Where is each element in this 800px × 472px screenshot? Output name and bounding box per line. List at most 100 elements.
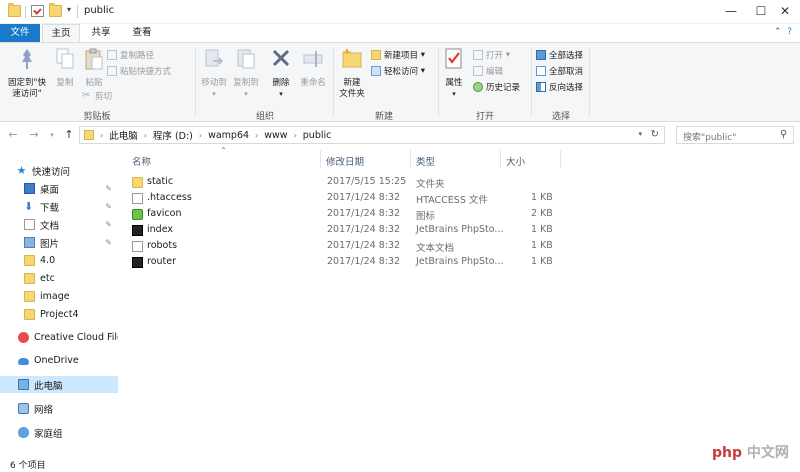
chevron-right-icon: › (293, 130, 297, 140)
sidebar-item-quick-access[interactable]: ★ 快速访问 (0, 162, 118, 179)
breadcrumb-this-pc[interactable]: 此电脑 (109, 128, 138, 142)
ribbon-collapse-icon[interactable]: ⌃ ? (774, 27, 792, 37)
address-dropdown-icon[interactable]: ▾ (638, 130, 642, 138)
sidebar-item-project4[interactable]: Project4 (0, 306, 118, 323)
breadcrumb-public[interactable]: public (303, 130, 332, 141)
tab-file[interactable]: 文件 (0, 24, 40, 42)
new-folder-button[interactable]: 新建 文件夹 (335, 47, 369, 100)
sidebar-item-etc[interactable]: etc (0, 270, 118, 287)
file-row-index[interactable]: index 2017/1/24 8:32 JetBrains PhpSto...… (126, 223, 566, 238)
paste-shortcut-button[interactable]: 粘贴快捷方式 (107, 65, 171, 77)
breadcrumb-drive-d[interactable]: 程序 (D:) (153, 128, 193, 142)
sidebar-item-desktop[interactable]: 桌面 ✎ (0, 180, 118, 197)
sidebar-item-documents[interactable]: 文档 ✎ (0, 216, 118, 233)
file-row-router[interactable]: router 2017/1/24 8:32 JetBrains PhpSto..… (126, 255, 566, 270)
refresh-icon[interactable]: ↻ (651, 129, 659, 140)
navigation-pane: ★ 快速访问 桌面 ✎ ⬇ 下载 ✎ 文档 ✎ 图片 ✎ 4.0 etc image Pro… (0, 150, 118, 455)
column-name[interactable]: 名称 (132, 154, 151, 168)
copy-to-button[interactable]: 复制到 ▾ (230, 47, 262, 100)
rename-button[interactable]: 重命名 (297, 47, 329, 89)
delete-button[interactable]: 删除 ▾ (267, 47, 295, 100)
new-group-label: 新建 (374, 112, 393, 122)
file-row-htaccess[interactable]: .htaccess 2017/1/24 8:32 HTACCESS 文件 1 K… (126, 191, 566, 206)
tab-home[interactable]: 主页 (42, 24, 80, 42)
select-none-icon (536, 66, 546, 76)
pin-icon[interactable]: ✎ (105, 220, 112, 229)
sidebar-item-homegroup[interactable]: 家庭组 (0, 424, 118, 441)
window-title: public (84, 5, 115, 16)
paste-button[interactable]: 粘贴 (80, 47, 108, 89)
copy-path-button[interactable]: 复制路径 (107, 49, 154, 61)
pin-icon[interactable]: ✎ (105, 184, 112, 193)
ribbon-tabs: 文件 主页 共享 查看 ⌃ ? (0, 24, 800, 42)
sidebar-item-network[interactable]: 网络 (0, 400, 118, 417)
move-to-icon (205, 49, 224, 67)
sidebar-item-4-0[interactable]: 4.0 (0, 252, 118, 269)
breadcrumb-www[interactable]: www (264, 130, 287, 141)
edit-button[interactable]: 编辑 (473, 65, 503, 77)
sidebar-item-downloads[interactable]: ⬇ 下载 ✎ (0, 198, 118, 215)
folder-icon (84, 130, 94, 140)
search-icon: ⚲ (780, 129, 788, 140)
sidebar-item-this-pc[interactable]: 此电脑 (0, 376, 118, 393)
search-input[interactable]: 搜索"public" (676, 126, 794, 144)
favicon-icon (132, 209, 143, 220)
open-button[interactable]: 打开 ▾ (473, 49, 510, 61)
breadcrumb-wamp64[interactable]: wamp64 (208, 130, 249, 141)
paste-icon (85, 48, 103, 70)
address-bar[interactable]: › 此电脑 › 程序 (D:) › wamp64 › www › public … (79, 126, 665, 144)
sidebar-item-creative-cloud[interactable]: Creative Cloud Files (0, 329, 118, 346)
select-none-button[interactable]: 全部取消 (536, 65, 583, 77)
watermark: php 中文网 (712, 445, 789, 461)
new-item-button[interactable]: 新建项目 ▾ (371, 49, 425, 61)
pin-quick-access-button[interactable]: 固定到"快 速访问" (3, 47, 51, 100)
column-size[interactable]: 大小 (506, 154, 525, 168)
new-folder-icon (342, 49, 362, 68)
file-list: ⌃ 名称 修改日期 类型 大小 static 2017/5/15 15:25 文… (126, 146, 800, 455)
forward-button[interactable]: → (27, 127, 41, 143)
minimize-button[interactable]: — (716, 0, 746, 22)
column-date-modified[interactable]: 修改日期 (326, 154, 364, 168)
select-all-button[interactable]: 全部选择 (536, 49, 583, 61)
folder-icon (24, 309, 35, 320)
file-row-robots[interactable]: robots 2017/1/24 8:32 文本文档 1 KB (126, 239, 566, 254)
back-button[interactable]: ← (6, 127, 20, 143)
invert-selection-button[interactable]: 反向选择 (536, 81, 583, 93)
download-icon: ⬇ (24, 200, 34, 213)
history-button[interactable]: 历史记录 (473, 81, 520, 93)
tab-view[interactable]: 查看 (123, 24, 161, 42)
creative-cloud-icon (18, 332, 29, 343)
close-button[interactable]: ✕ (770, 0, 800, 22)
tab-share[interactable]: 共享 (82, 24, 120, 42)
sidebar-item-onedrive[interactable]: OneDrive (0, 352, 118, 369)
pin-icon[interactable]: ✎ (105, 202, 112, 211)
copy-to-icon (237, 49, 255, 69)
properties-quick-icon[interactable] (31, 5, 44, 17)
recent-locations-button[interactable]: ▾ (45, 127, 59, 143)
document-icon (24, 219, 35, 230)
cut-button[interactable]: ✂ 剪切 (82, 90, 112, 103)
copy-path-icon (107, 50, 117, 60)
file-row-favicon[interactable]: favicon 2017/1/24 8:32 图标 2 KB (126, 207, 566, 222)
phpstorm-icon (132, 257, 143, 268)
delete-icon (272, 49, 290, 67)
ribbon: 固定到"快 速访问" 复制 粘贴 复制路径 粘贴快捷方式 ✂ 剪切 剪贴板 移动到… (0, 42, 800, 122)
desktop-icon (24, 183, 35, 194)
clipboard-group-label: 剪贴板 (83, 112, 111, 122)
column-type[interactable]: 类型 (416, 154, 435, 168)
quick-access-dropdown-icon[interactable]: ▾ (67, 5, 71, 14)
help-icon[interactable]: ? (787, 27, 792, 37)
up-button[interactable]: ↑ (62, 127, 76, 143)
homegroup-icon (18, 427, 29, 438)
sidebar-item-image[interactable]: image (0, 288, 118, 305)
sidebar-item-pictures[interactable]: 图片 ✎ (0, 234, 118, 251)
copy-button[interactable]: 复制 (53, 47, 77, 89)
easy-access-button[interactable]: 轻松访问 ▾ (371, 65, 425, 77)
move-to-button[interactable]: 移动到 ▾ (198, 47, 230, 100)
new-item-icon (371, 50, 381, 60)
properties-button[interactable]: 属性 ▾ (441, 47, 467, 100)
edit-icon (473, 66, 483, 76)
file-row-static[interactable]: static 2017/5/15 15:25 文件夹 (126, 175, 566, 190)
pin-icon[interactable]: ✎ (105, 238, 112, 247)
new-folder-quick-icon[interactable] (49, 3, 62, 17)
